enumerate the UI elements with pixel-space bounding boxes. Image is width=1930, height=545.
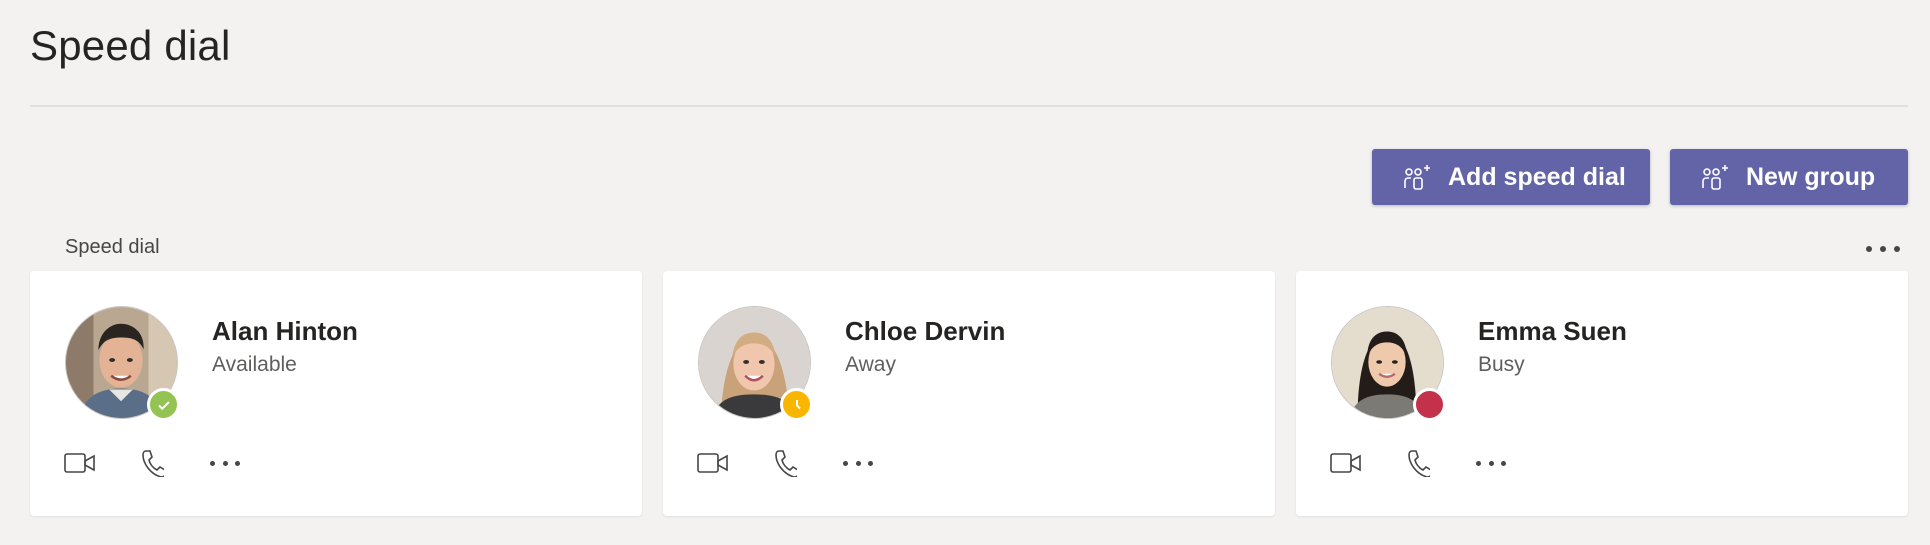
audio-call-icon[interactable] [773,449,797,477]
contact-status: Busy [1478,353,1525,376]
speed-dial-list: Alan Hinton Available Chloe Dervin Away … [30,271,1908,516]
card-actions [1330,448,1506,478]
toolbar: Add speed dial New group [1372,149,1908,205]
more-options-icon[interactable] [1476,459,1506,467]
audio-call-icon[interactable] [140,449,164,477]
contact-card[interactable]: Emma Suen Busy [1296,271,1908,516]
add-speed-dial-button[interactable]: Add speed dial [1372,149,1650,205]
contact-name: Emma Suen [1478,316,1627,346]
people-add-icon [1402,162,1432,192]
page-title: Speed dial [30,22,231,69]
video-call-icon[interactable] [1330,451,1362,475]
busy-dot [1421,396,1439,414]
add-speed-dial-label: Add speed dial [1448,162,1626,191]
checkmark-icon [157,400,170,410]
new-group-label: New group [1746,162,1876,191]
presence-away-badge [780,388,813,421]
section-label: Speed dial [65,236,160,258]
contact-name: Chloe Dervin [845,316,1006,346]
contact-card[interactable]: Alan Hinton Available [30,271,642,516]
more-horizontal-icon[interactable] [1866,236,1900,262]
card-actions [697,448,873,478]
video-call-icon[interactable] [64,451,96,475]
clock-icon [795,399,801,409]
more-options-icon[interactable] [210,459,240,467]
contact-name: Alan Hinton [212,316,358,346]
new-group-button[interactable]: New group [1670,149,1908,205]
contact-card[interactable]: Chloe Dervin Away [663,271,1275,516]
presence-busy-badge [1413,388,1446,421]
contact-status: Available [212,353,297,376]
speed-dial-page: Speed dial Add speed dial New group Spee… [0,0,1930,545]
title-divider [30,105,1908,107]
video-call-icon[interactable] [697,451,729,475]
more-options-icon[interactable] [843,459,873,467]
audio-call-icon[interactable] [1406,449,1430,477]
people-add-icon [1700,162,1730,192]
presence-available-badge [147,388,180,421]
contact-status: Away [845,353,896,376]
card-actions [64,448,240,478]
